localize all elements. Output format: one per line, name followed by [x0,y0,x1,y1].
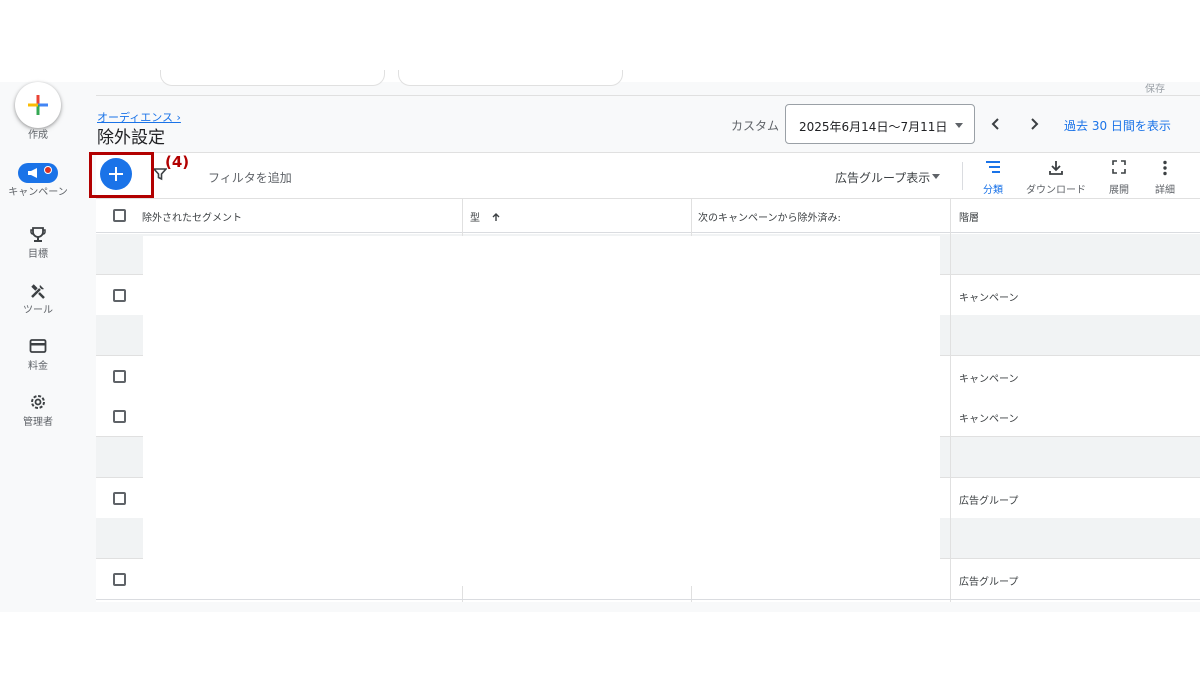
more-button[interactable]: 詳細 [1135,160,1195,196]
row-checkbox[interactable] [113,492,126,505]
nav-tools[interactable] [0,282,76,300]
annotation-highlight-box [89,152,154,198]
more-label: 詳細 [1155,185,1175,196]
segment-lines-icon [986,161,1000,173]
date-custom-label: カスタム [731,119,780,133]
date-range-selector[interactable]: 2025年6月14日〜7月11日 [785,104,975,144]
trophy-icon [30,227,46,242]
nav-billing[interactable] [0,338,76,354]
more-vert-icon [1163,160,1167,176]
column-header-excluded-from[interactable]: 次のキャンペーンから除外済み: [698,209,841,224]
credit-card-icon [29,339,47,353]
adgroup-view-label: 広告グループ表示 [835,171,931,185]
nav-admin-label: 管理者 [23,417,53,428]
tools-icon [31,284,45,299]
create-button[interactable] [15,82,61,128]
row-checkbox[interactable] [113,370,126,383]
table-bottom-border [96,599,1200,600]
column-header-type[interactable]: 型 [470,209,501,224]
date-range-text: 2025年6月14日〜7月11日 [799,120,948,134]
download-button[interactable]: ダウンロード [1026,160,1086,196]
row-level-cell: 広告グループ [959,577,1019,588]
fullscreen-icon [1112,160,1126,174]
column-header-segment[interactable]: 除外されたセグメント [142,209,242,224]
caret-down-icon [932,174,940,179]
chevron-left-icon[interactable] [988,116,1004,132]
row-level-cell: キャンペーン [959,293,1019,304]
redacted-area [143,236,940,586]
top-search-pill[interactable] [160,70,385,86]
nav-goals[interactable] [0,226,76,244]
row-level-cell: キャンペーン [959,414,1019,425]
campaigns-pill [18,163,58,183]
download-label: ダウンロード [1026,185,1086,196]
column-divider [950,199,951,602]
nav-admin[interactable] [0,393,76,411]
nav-tools-label: ツール [23,305,53,316]
plus-multicolor-icon [28,95,48,115]
arrow-up-icon [492,213,500,221]
column-header-type-label: 型 [470,213,480,224]
nav-campaigns-label: キャンペーン [8,187,68,198]
save-label[interactable]: 保存 [1145,80,1165,95]
top-filter-pill[interactable] [398,70,623,86]
page-title: 除外設定 [97,128,165,148]
select-all-checkbox[interactable] [113,209,126,222]
show-last-30-days-link[interactable]: 過去 30 日間を表示 [1064,117,1171,134]
nav-goals-label: 目標 [28,249,48,260]
adgroup-view-dropdown[interactable]: 広告グループ表示 [835,169,940,186]
caret-down-icon [955,123,963,128]
notification-dot [44,166,52,174]
nav-billing-label: 料金 [28,361,48,372]
app-root: 作成 キャンペーン 目標 ツール 料金 管理者 保存 オーディエンス › 除外設… [0,0,1200,679]
nav-campaigns[interactable] [0,163,76,183]
segment-label: 分類 [983,185,1003,196]
row-level-cell: 広告グループ [959,496,1019,507]
megaphone-icon [28,168,37,178]
gear-icon [31,395,45,409]
segment-button[interactable]: 分類 [963,160,1023,196]
row-checkbox[interactable] [113,573,126,586]
download-icon [1049,161,1063,175]
add-filter-button[interactable]: フィルタを追加 [208,169,292,186]
nav-create-label: 作成 [28,130,48,141]
column-header-level[interactable]: 階層 [959,209,979,224]
chevron-right-icon[interactable] [1026,116,1042,132]
row-checkbox[interactable] [113,289,126,302]
annotation-step-label: (4) [165,153,190,171]
row-checkbox[interactable] [113,410,126,423]
table-header: 除外されたセグメント 型 次のキャンペーンから除外済み: 階層 [96,199,1200,233]
row-level-cell: キャンペーン [959,374,1019,385]
